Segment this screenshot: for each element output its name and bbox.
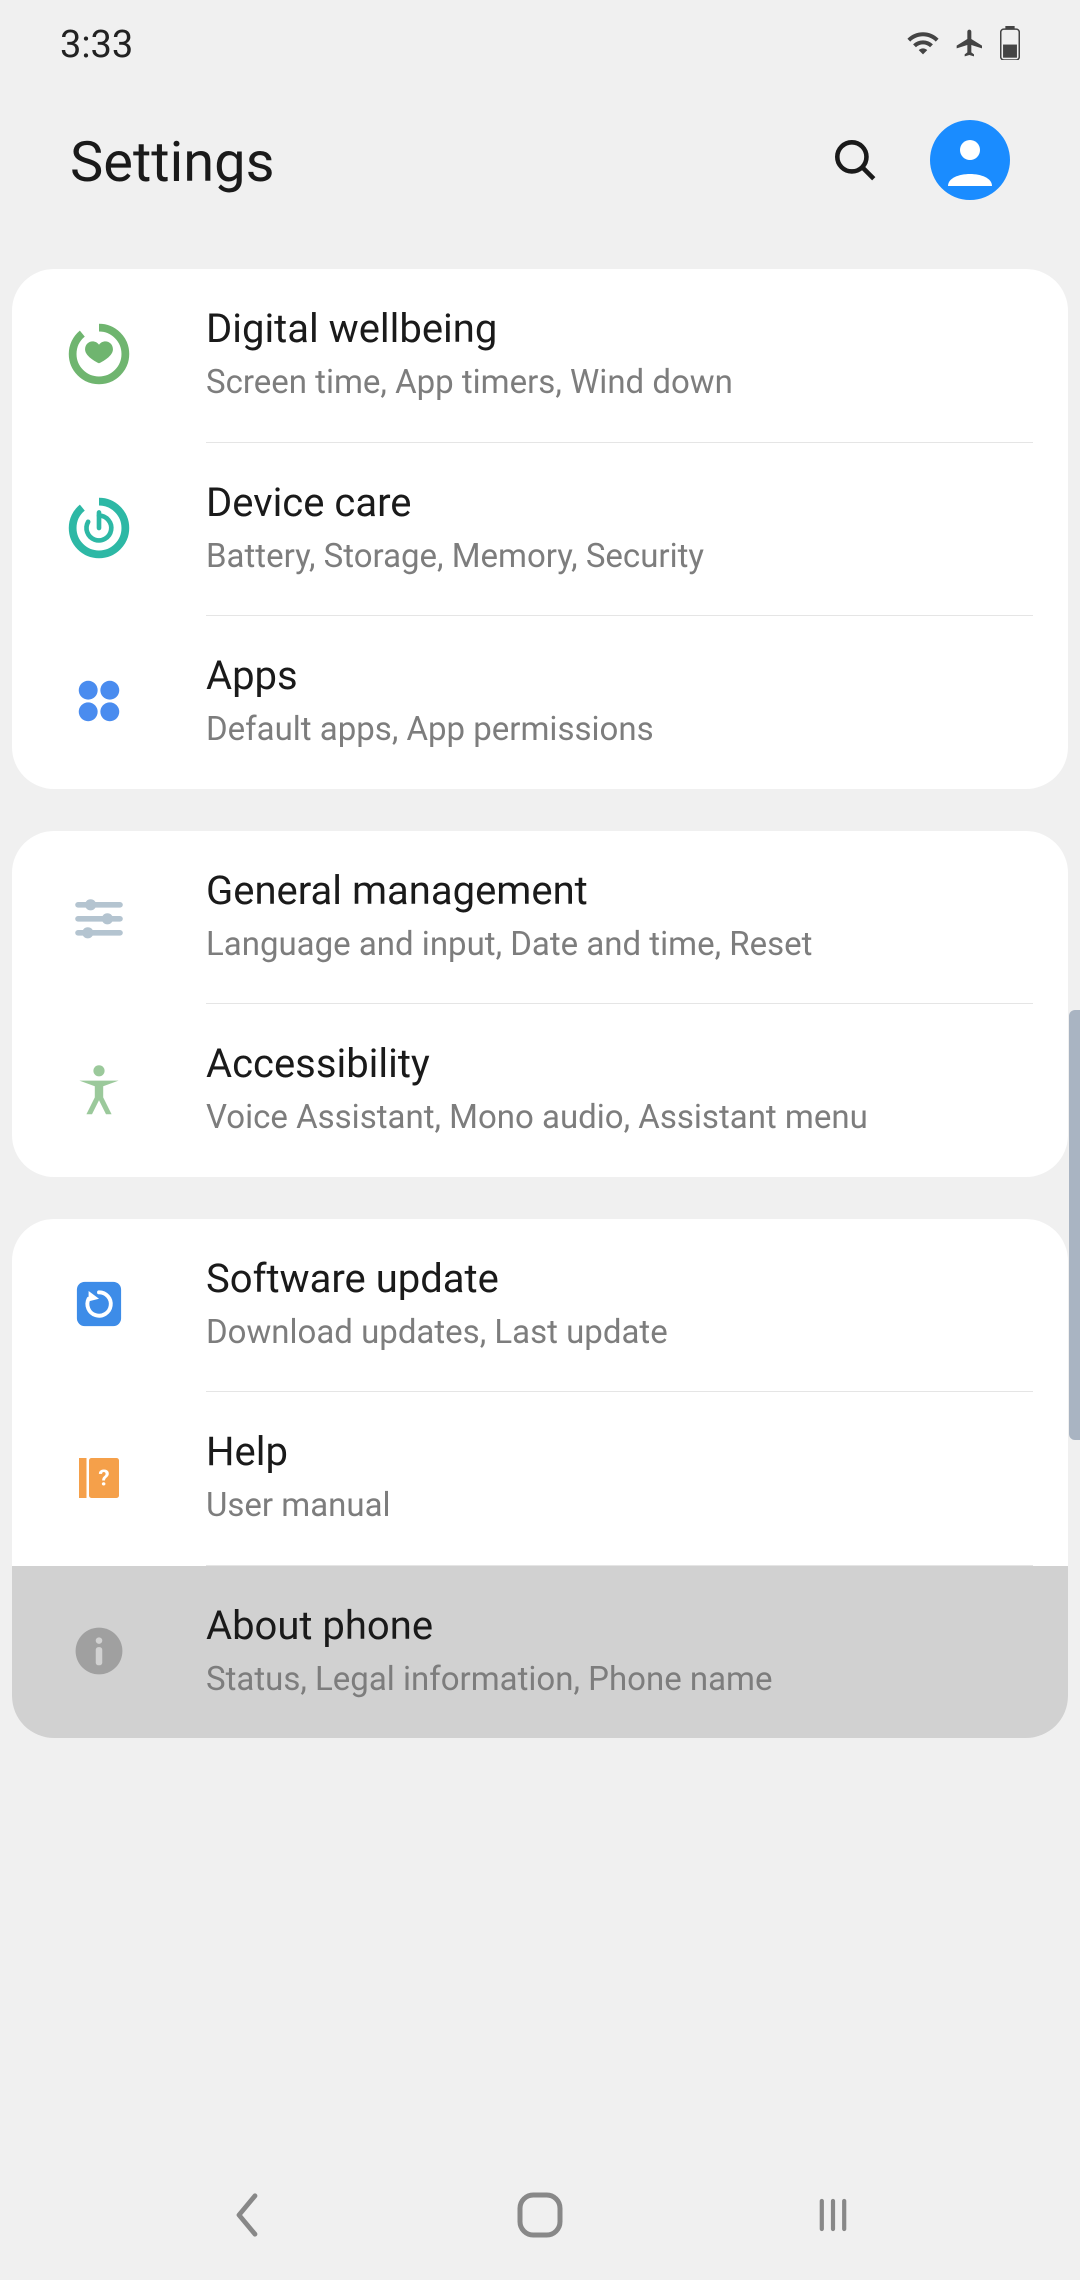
item-subtitle: Status, Legal information, Phone name — [206, 1658, 1033, 1703]
home-button[interactable] — [510, 2185, 570, 2245]
item-title: About phone — [206, 1600, 1033, 1652]
settings-item-digital-wellbeing[interactable]: Digital wellbeing Screen time, App timer… — [12, 269, 1068, 442]
digital-wellbeing-icon — [64, 323, 134, 385]
settings-item-general-management[interactable]: General management Language and input, D… — [12, 831, 1068, 1004]
page-title: Settings — [70, 129, 274, 195]
scroll-indicator[interactable] — [1069, 1010, 1080, 1440]
software-update-icon — [64, 1278, 134, 1330]
search-button[interactable] — [830, 135, 880, 189]
item-subtitle: Voice Assistant, Mono audio, Assistant m… — [206, 1096, 1033, 1141]
item-subtitle: Download updates, Last update — [206, 1311, 1033, 1356]
status-bar: 3:33 — [0, 0, 1080, 90]
settings-item-help[interactable]: ? Help User manual — [12, 1392, 1068, 1565]
settings-item-about-phone[interactable]: About phone Status, Legal information, P… — [12, 1566, 1068, 1739]
item-title: Software update — [206, 1253, 1033, 1305]
item-subtitle: Battery, Storage, Memory, Security — [206, 535, 1033, 580]
general-management-icon — [64, 888, 134, 944]
settings-item-device-care[interactable]: Device care Battery, Storage, Memory, Se… — [12, 443, 1068, 616]
item-title: Accessibility — [206, 1038, 1033, 1090]
back-button[interactable] — [217, 2185, 277, 2245]
item-title: General management — [206, 865, 1033, 917]
settings-group: General management Language and input, D… — [12, 831, 1068, 1177]
settings-group: Digital wellbeing Screen time, App timer… — [12, 269, 1068, 789]
item-title: Apps — [206, 650, 1033, 702]
recents-button[interactable] — [803, 2185, 863, 2245]
wifi-icon — [906, 26, 940, 64]
status-icons — [906, 26, 1020, 64]
accessibility-icon — [64, 1061, 134, 1117]
navigation-bar — [0, 2150, 1080, 2280]
settings-item-software-update[interactable]: Software update Download updates, Last u… — [12, 1219, 1068, 1392]
item-subtitle: Default apps, App permissions — [206, 708, 1033, 753]
status-time: 3:33 — [60, 23, 133, 67]
settings-list: Digital wellbeing Screen time, App timer… — [0, 269, 1080, 1738]
settings-item-accessibility[interactable]: Accessibility Voice Assistant, Mono audi… — [12, 1004, 1068, 1177]
header: Settings — [0, 90, 1080, 269]
battery-icon — [1000, 26, 1020, 64]
profile-button[interactable] — [930, 120, 1010, 204]
device-care-icon — [64, 497, 134, 559]
help-icon: ? — [64, 1453, 134, 1503]
item-title: Digital wellbeing — [206, 303, 1033, 355]
about-phone-icon — [64, 1625, 134, 1677]
settings-group: Software update Download updates, Last u… — [12, 1219, 1068, 1739]
item-title: Help — [206, 1426, 1033, 1478]
svg-text:?: ? — [98, 1465, 109, 1491]
item-title: Device care — [206, 477, 1033, 529]
item-subtitle: User manual — [206, 1484, 1033, 1529]
settings-item-apps[interactable]: Apps Default apps, App permissions — [12, 616, 1068, 789]
apps-icon — [64, 674, 134, 728]
item-subtitle: Screen time, App timers, Wind down — [206, 361, 1033, 406]
airplane-mode-icon — [954, 27, 986, 63]
item-subtitle: Language and input, Date and time, Reset — [206, 923, 1033, 968]
